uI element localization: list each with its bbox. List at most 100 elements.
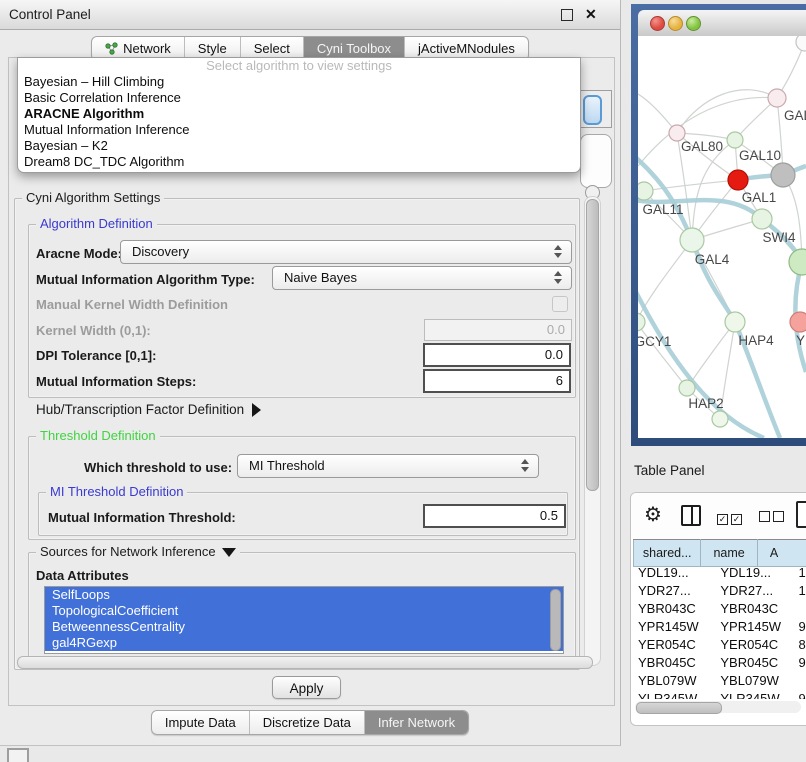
tab-discretize-data[interactable]: Discretize Data bbox=[249, 711, 364, 734]
which-threshold-value: MI Threshold bbox=[249, 458, 325, 473]
table-cell: YER054C bbox=[715, 635, 793, 653]
close-traffic-light[interactable] bbox=[650, 16, 665, 31]
network-node[interactable] bbox=[680, 228, 704, 252]
float-window-icon[interactable] bbox=[561, 9, 573, 21]
algorithm-option[interactable]: Basic Correlation Inference bbox=[18, 90, 580, 106]
zoom-traffic-light[interactable] bbox=[686, 16, 701, 31]
data-attributes-label: Data Attributes bbox=[36, 568, 129, 583]
table-cell: 9. bbox=[793, 617, 806, 635]
table-row[interactable]: YBR043CYBR043C bbox=[633, 599, 806, 617]
network-edge bbox=[638, 288, 764, 438]
close-icon[interactable]: ✕ bbox=[585, 6, 597, 23]
table-row[interactable]: YLR345WYLR345W9. bbox=[633, 689, 806, 699]
attr-items: SelfLoopsTopologicalCoefficientBetweenne… bbox=[45, 587, 563, 651]
network-node[interactable] bbox=[768, 89, 786, 107]
manual-kernel-checkbox[interactable] bbox=[552, 296, 568, 312]
network-node[interactable] bbox=[752, 209, 772, 229]
network-node[interactable] bbox=[725, 312, 745, 332]
algorithm-option[interactable]: Bayesian – K2 bbox=[18, 138, 580, 154]
table-row[interactable]: YBR045CYBR045C9. bbox=[633, 653, 806, 671]
table-panel: ⚙ ✓✓ shared...nameA YDL19...YDL19...13YD… bbox=[630, 492, 806, 726]
table-row[interactable]: YDL19...YDL19...13 bbox=[633, 563, 806, 581]
network-view-window: GALGAL80GAL10GAL1GAL11SWI4GAL4GCY1HAP4YH… bbox=[631, 4, 806, 446]
attribute-list-item[interactable]: TopologicalCoefficient bbox=[45, 603, 563, 619]
mi-steps-label: Mutual Information Steps: bbox=[36, 374, 196, 389]
table-row[interactable]: YER054CYER054C8. bbox=[633, 635, 806, 653]
which-threshold-combo[interactable]: MI Threshold bbox=[237, 454, 539, 478]
spinner-arrows-icon bbox=[554, 245, 562, 259]
table-row[interactable]: YDR27...YDR27...12 bbox=[633, 581, 806, 599]
mi-threshold-field[interactable]: 0.5 bbox=[423, 504, 566, 528]
gear-icon[interactable]: ⚙ bbox=[644, 502, 662, 527]
table-cell: YDR27... bbox=[715, 581, 793, 599]
tab-impute-data[interactable]: Impute Data bbox=[152, 711, 249, 734]
kernel-width-field: 0.0 bbox=[424, 319, 572, 341]
network-node[interactable] bbox=[728, 170, 748, 190]
table-cell bbox=[793, 671, 806, 689]
kernel-width-label: Kernel Width (0,1): bbox=[36, 323, 151, 338]
table-cell: 8. bbox=[793, 635, 806, 653]
list-scrollbar-thumb[interactable] bbox=[550, 589, 561, 651]
network-node[interactable] bbox=[790, 312, 806, 332]
bottom-tabbar: Impute Data Discretize Data Infer Networ… bbox=[0, 710, 620, 735]
table-row[interactable]: YBL079WYBL079W bbox=[633, 671, 806, 689]
network-node[interactable] bbox=[679, 380, 695, 396]
table-cell: YBL079W bbox=[633, 671, 715, 689]
docked-panel-icon[interactable] bbox=[7, 748, 29, 762]
select-all-checkboxes-icon[interactable]: ✓✓ bbox=[717, 510, 745, 525]
scrollbar-thumb[interactable] bbox=[586, 199, 599, 491]
node-label: GAL11 bbox=[642, 202, 683, 217]
algorithm-dropdown-placeholder: Select algorithm to view settings bbox=[18, 58, 580, 74]
threshold-definition-title: Threshold Definition bbox=[36, 428, 160, 443]
network-node[interactable] bbox=[712, 411, 728, 427]
settings-vertical-scrollbar[interactable] bbox=[584, 196, 601, 666]
table-cell: YLR345W bbox=[633, 689, 715, 699]
attribute-list-item[interactable]: BetweennessCentrality bbox=[45, 619, 563, 635]
which-threshold-label: Which threshold to use: bbox=[84, 460, 232, 475]
attribute-list-item[interactable]: gal4RGexp bbox=[45, 635, 563, 651]
node-label: SWI4 bbox=[762, 230, 795, 245]
network-node[interactable] bbox=[796, 36, 806, 51]
hub-definition-toggle[interactable]: Hub/Transcription Factor Definition bbox=[36, 402, 261, 417]
algorithm-option[interactable]: Bayesian – Hill Climbing bbox=[18, 74, 580, 90]
control-panel-window: Control Panel ✕ bbox=[0, 0, 621, 746]
dpi-tolerance-label: DPI Tolerance [0,1]: bbox=[36, 348, 156, 363]
scrollbar-thumb[interactable] bbox=[636, 702, 722, 714]
columns-icon[interactable] bbox=[681, 505, 701, 526]
aracne-mode-label: Aracne Mode: bbox=[36, 246, 122, 261]
apply-button[interactable]: Apply bbox=[272, 676, 341, 699]
algorithm-option[interactable]: ARACNE Algorithm bbox=[18, 106, 580, 122]
scrollbar-thumb[interactable] bbox=[17, 656, 593, 669]
network-node[interactable] bbox=[789, 249, 806, 275]
mi-type-combo[interactable]: Naive Bayes bbox=[272, 266, 572, 290]
table-toolbar: ⚙ ✓✓ bbox=[631, 493, 806, 539]
aracne-mode-combo[interactable]: Discovery bbox=[120, 240, 572, 264]
algorithm-option[interactable]: Mutual Information Inference bbox=[18, 122, 580, 138]
deselect-all-checkboxes-icon[interactable] bbox=[759, 510, 787, 525]
collapsed-arrow-icon bbox=[252, 403, 261, 417]
manual-kernel-label: Manual Kernel Width Definition bbox=[36, 297, 228, 312]
minimize-traffic-light[interactable] bbox=[668, 16, 683, 31]
mi-steps-field[interactable]: 6 bbox=[423, 369, 571, 393]
network-node[interactable] bbox=[638, 182, 653, 200]
network-node[interactable] bbox=[638, 313, 645, 331]
table-panel-title: Table Panel bbox=[634, 463, 705, 478]
algorithm-dropdown: Select algorithm to view settings Bayesi… bbox=[17, 57, 581, 173]
table-row[interactable]: YPR145WYPR145W9. bbox=[633, 617, 806, 635]
desktop: Control Panel ✕ bbox=[0, 0, 806, 762]
network-canvas-container[interactable]: GALGAL80GAL10GAL1GAL11SWI4GAL4GCY1HAP4YH… bbox=[638, 36, 806, 438]
settings-horizontal-scrollbar[interactable] bbox=[16, 655, 600, 669]
node-table: YDL19...YDL19...13YDR27...YDR27...12YBR0… bbox=[633, 563, 806, 699]
function-builder-icon[interactable] bbox=[796, 501, 806, 528]
attribute-list-item[interactable]: SelfLoops bbox=[45, 587, 563, 603]
table-cell: YBR045C bbox=[715, 653, 793, 671]
algorithm-option[interactable]: Dream8 DC_TDC Algorithm bbox=[18, 154, 580, 170]
sources-title[interactable]: Sources for Network Inference bbox=[36, 544, 240, 559]
network-node[interactable] bbox=[771, 163, 795, 187]
mi-type-value: Naive Bayes bbox=[284, 270, 357, 285]
table-horizontal-scrollbar[interactable] bbox=[635, 701, 801, 713]
network-node[interactable] bbox=[727, 132, 743, 148]
dpi-tolerance-field[interactable]: 0.0 bbox=[423, 343, 571, 367]
table-cell: 12 bbox=[793, 581, 806, 599]
tab-infer-network[interactable]: Infer Network bbox=[364, 711, 468, 734]
